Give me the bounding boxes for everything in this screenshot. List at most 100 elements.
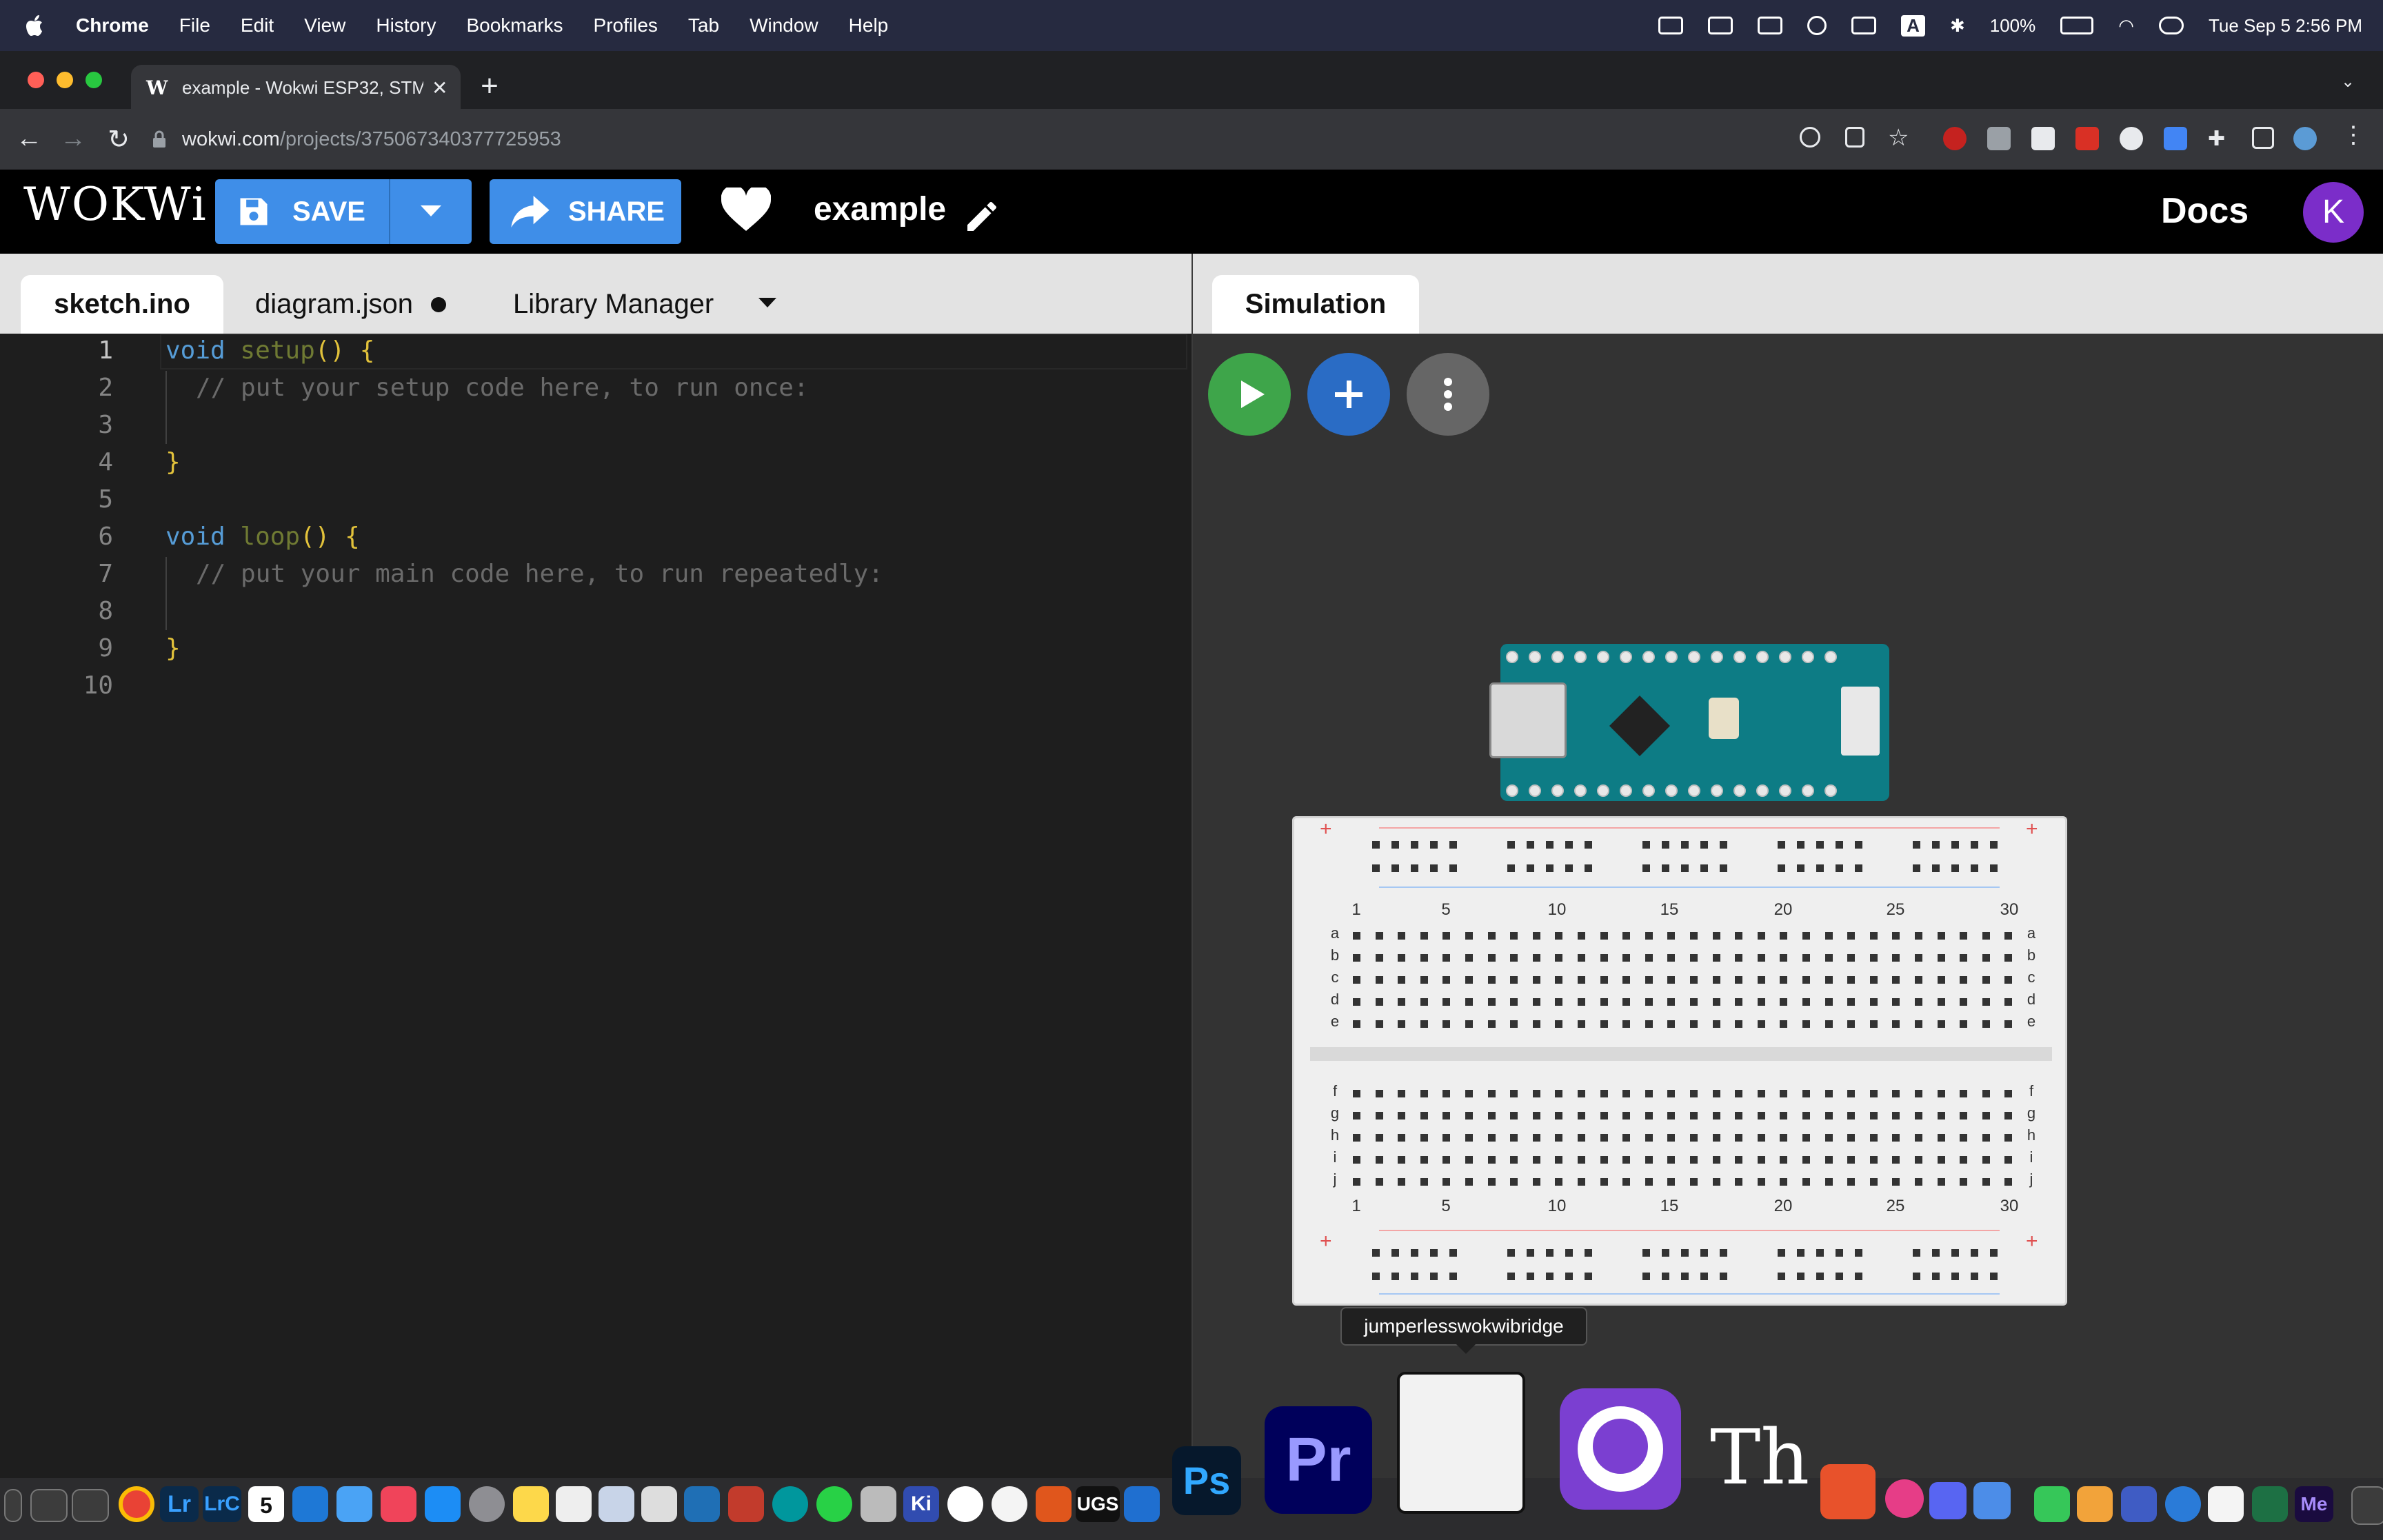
- extension-folder-icon[interactable]: [2031, 127, 2055, 150]
- breadboard-hole[interactable]: [1735, 1178, 1743, 1186]
- menu-view[interactable]: View: [304, 14, 345, 37]
- breadboard-hole[interactable]: [1645, 1090, 1653, 1097]
- rail-hole[interactable]: [1546, 1273, 1554, 1280]
- rail-hole[interactable]: [1662, 1249, 1669, 1257]
- rail-hole[interactable]: [1430, 1249, 1438, 1257]
- tab-search-chevron-icon[interactable]: ⌄: [2341, 72, 2355, 92]
- tab-sketch-ino[interactable]: sketch.ino: [21, 275, 223, 334]
- breadboard-hole[interactable]: [1690, 1178, 1698, 1186]
- rail-hole[interactable]: [1449, 1273, 1457, 1280]
- breadboard-hole[interactable]: [1532, 1178, 1540, 1186]
- breadboard-hole[interactable]: [1578, 998, 1585, 1006]
- rail-hole[interactable]: [1971, 1249, 1978, 1257]
- breadboard-hole[interactable]: [1802, 1134, 1810, 1142]
- rail-hole[interactable]: [1430, 1273, 1438, 1280]
- rail-hole[interactable]: [1932, 864, 1940, 872]
- dock-app-icon-3[interactable]: [2121, 1486, 2157, 1522]
- breadboard-hole[interactable]: [1757, 1178, 1765, 1186]
- breadboard-hole[interactable]: [1667, 1156, 1676, 1164]
- wifi-icon[interactable]: ◠: [2118, 15, 2134, 37]
- tab-library-manager[interactable]: Library Manager: [513, 275, 714, 334]
- breadboard-hole[interactable]: [1667, 1134, 1676, 1142]
- rail-hole[interactable]: [1507, 864, 1515, 872]
- rail-hole[interactable]: [1951, 1249, 1959, 1257]
- back-arrow-icon[interactable]: ←: [14, 124, 44, 154]
- breadboard-hole[interactable]: [1578, 1090, 1585, 1097]
- rail-hole[interactable]: [1816, 1273, 1824, 1280]
- breadboard-hole[interactable]: [1600, 1134, 1608, 1142]
- rail-hole[interactable]: [1816, 1249, 1824, 1257]
- breadboard-hole[interactable]: [1757, 998, 1765, 1006]
- breadboard-hole[interactable]: [1578, 1112, 1585, 1119]
- close-tab-icon[interactable]: ✕: [432, 77, 448, 99]
- menu-help[interactable]: Help: [849, 14, 889, 37]
- breadboard-hole[interactable]: [1712, 1134, 1720, 1142]
- rail-hole[interactable]: [1681, 1249, 1689, 1257]
- breadboard-hole[interactable]: [1465, 1178, 1473, 1186]
- share-button[interactable]: SHARE: [490, 179, 681, 244]
- breadboard-hole[interactable]: [1847, 1134, 1856, 1142]
- breadboard-hole[interactable]: [1645, 1112, 1653, 1119]
- breadboard-hole[interactable]: [1915, 998, 1922, 1006]
- breadboard-hole[interactable]: [1937, 954, 1945, 962]
- side-panel-icon[interactable]: [2252, 127, 2274, 149]
- dock-photos-icon[interactable]: [2077, 1486, 2113, 1522]
- breadboard-hole[interactable]: [1780, 932, 1788, 940]
- rail-hole[interactable]: [1527, 841, 1534, 849]
- header-pin[interactable]: [1733, 784, 1746, 797]
- breadboard-hole[interactable]: [1532, 1090, 1540, 1097]
- header-pin[interactable]: [1551, 651, 1564, 663]
- breadboard-hole[interactable]: [1960, 976, 1968, 984]
- breadboard-hole[interactable]: [1465, 1020, 1473, 1028]
- grid-icon[interactable]: [1708, 17, 1733, 34]
- breadboard-hole[interactable]: [1622, 932, 1631, 940]
- header-pin[interactable]: [1597, 784, 1609, 797]
- breadboard-hole[interactable]: [1824, 1178, 1833, 1186]
- rail-hole[interactable]: [1797, 1249, 1804, 1257]
- header-pin[interactable]: [1711, 651, 1723, 663]
- breadboard-hole[interactable]: [1780, 1134, 1788, 1142]
- extension-glasses-icon[interactable]: [1987, 127, 2011, 150]
- breadboard-hole[interactable]: [1824, 1112, 1833, 1119]
- rail-hole[interactable]: [1971, 841, 1978, 849]
- breadboard-hole[interactable]: [1937, 1020, 1945, 1028]
- breadboard-hole[interactable]: [1578, 1020, 1585, 1028]
- breadboard-hole[interactable]: [1915, 1090, 1922, 1097]
- dock-terminal-icon-2[interactable]: [72, 1489, 109, 1522]
- breadboard-hole[interactable]: [1398, 1178, 1406, 1186]
- extensions-puzzle-icon[interactable]: ✚: [2208, 127, 2231, 150]
- breadboard-hole[interactable]: [1960, 1020, 1968, 1028]
- rail-hole[interactable]: [1778, 841, 1785, 849]
- menu-app-name[interactable]: Chrome: [76, 14, 149, 37]
- rail-hole[interactable]: [1816, 864, 1824, 872]
- breadboard-hole[interactable]: [1487, 998, 1496, 1006]
- rail-hole[interactable]: [1449, 1249, 1457, 1257]
- rail-hole[interactable]: [1797, 864, 1804, 872]
- chrome-menu-icon[interactable]: ⋮: [2342, 121, 2365, 148]
- breadboard-hole[interactable]: [1847, 998, 1856, 1006]
- breadboard-hole[interactable]: [1915, 1020, 1922, 1028]
- rail-hole[interactable]: [1585, 841, 1592, 849]
- breadboard-hole[interactable]: [1398, 1020, 1406, 1028]
- breadboard-hole[interactable]: [1982, 1178, 1990, 1186]
- breadboard-hole[interactable]: [1353, 1112, 1360, 1119]
- save-button[interactable]: SAVE: [215, 179, 472, 244]
- dock-media-encoder-icon[interactable]: Me: [2295, 1486, 2333, 1522]
- breadboard-hole[interactable]: [1869, 1090, 1878, 1097]
- control-center-icon[interactable]: [2158, 17, 2184, 34]
- breadboard-hole[interactable]: [1780, 1112, 1788, 1119]
- dock-premiere-icon[interactable]: Pr: [1265, 1406, 1372, 1514]
- pencil-edit-icon[interactable]: [963, 197, 1001, 236]
- breadboard-hole[interactable]: [1487, 1156, 1496, 1164]
- breadboard-hole[interactable]: [1600, 954, 1608, 962]
- breadboard-hole[interactable]: [1442, 1090, 1451, 1097]
- breadboard-hole[interactable]: [1982, 1156, 1990, 1164]
- breadboard-hole[interactable]: [1375, 976, 1383, 984]
- rail-hole[interactable]: [1449, 841, 1457, 849]
- header-pin[interactable]: [1733, 651, 1746, 663]
- screens-icon[interactable]: [1851, 17, 1877, 34]
- breadboard-hole[interactable]: [1667, 932, 1676, 940]
- breadboard-hole[interactable]: [1667, 1112, 1676, 1119]
- rail-hole[interactable]: [1642, 1273, 1650, 1280]
- project-name[interactable]: example: [814, 190, 946, 228]
